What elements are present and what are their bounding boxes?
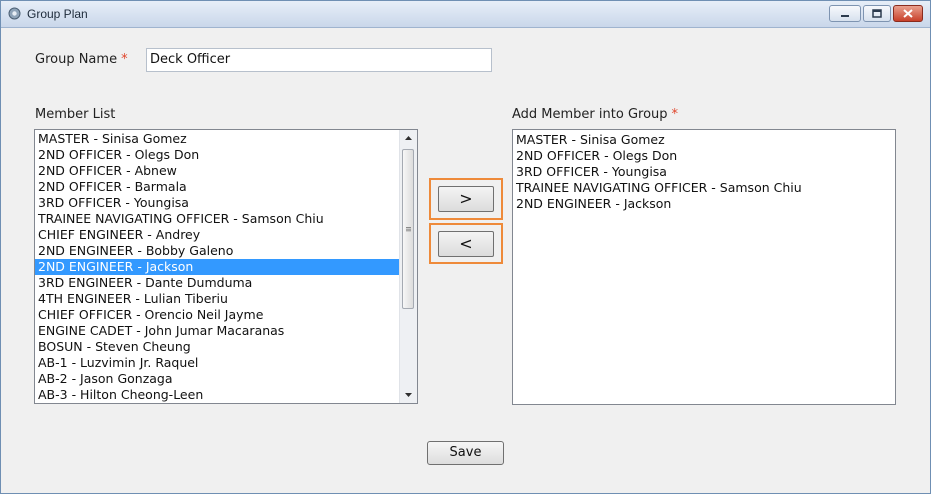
group-name-label: Group Name * — [35, 52, 128, 67]
maximize-icon — [872, 9, 882, 18]
app-icon — [8, 7, 21, 20]
group-members-listbox[interactable]: MASTER - Sinisa Gomez 2ND OFFICER - Olegs… — [512, 129, 896, 405]
member-list-item[interactable]: 3RD ENGINEER - Dante Dumduma — [35, 275, 400, 291]
scroll-grip-icon — [406, 227, 411, 232]
group-member-item[interactable]: 2ND OFFICER - Olegs Don — [513, 148, 893, 164]
member-list-item[interactable]: 2ND OFFICER - Olegs Don — [35, 147, 400, 163]
save-button[interactable]: Save — [427, 441, 504, 465]
close-icon — [903, 9, 913, 18]
scroll-up-arrow-icon[interactable] — [400, 130, 417, 147]
member-list-item[interactable]: 2ND OFFICER - Barmala — [35, 179, 400, 195]
member-listbox[interactable]: MASTER - Sinisa Gomez 2ND OFFICER - Olegs… — [34, 129, 418, 404]
close-button[interactable] — [893, 5, 923, 22]
member-list-item[interactable]: TRAINEE NAVIGATING OFFICER - Samson Chiu — [35, 211, 400, 227]
member-list-item[interactable]: AB-3 - Hilton Cheong-Leen — [35, 387, 400, 403]
group-member-item[interactable]: 3RD OFFICER - Youngisa — [513, 164, 893, 180]
member-list-item[interactable]: AB-2 - Jason Gonzaga — [35, 371, 400, 387]
group-member-item[interactable]: MASTER - Sinisa Gomez — [513, 132, 893, 148]
group-members-label: Add Member into Group * — [512, 107, 678, 122]
group-plan-window: Group Plan Group Name * Deck Officer Memb… — [0, 0, 931, 494]
scroll-down-arrow-icon[interactable] — [400, 386, 417, 403]
member-list-item[interactable]: AB-1 - Luzvimin Jr. Raquel — [35, 355, 400, 371]
member-list-item[interactable]: 2ND ENGINEER - Bobby Galeno — [35, 243, 400, 259]
group-member-item[interactable]: 2ND ENGINEER - Jackson — [513, 196, 893, 212]
member-list-label: Member List — [35, 107, 116, 122]
member-list-item[interactable]: ENGINE CADET - John Jumar Macaranas — [35, 323, 400, 339]
window-title: Group Plan — [27, 7, 88, 21]
member-list-item[interactable]: CHIEF OFFICER - Orencio Neil Jayme — [35, 307, 400, 323]
title-bar[interactable]: Group Plan — [1, 1, 930, 28]
member-list-item[interactable]: 4TH ENGINEER - Lulian Tiberiu — [35, 291, 400, 307]
minimize-icon — [841, 15, 849, 17]
member-list-item[interactable]: BOSUN - Steven Cheung — [35, 339, 400, 355]
member-list-item[interactable]: CHIEF ENGINEER - Andrey — [35, 227, 400, 243]
member-list-item[interactable]: 2ND OFFICER - Abnew — [35, 163, 400, 179]
member-list-item[interactable]: 2ND ENGINEER - Jackson — [35, 259, 400, 275]
minimize-button[interactable] — [829, 5, 861, 22]
member-list-items: MASTER - Sinisa Gomez 2ND OFFICER - Olegs… — [35, 131, 400, 403]
add-button-highlight: > — [429, 178, 503, 220]
group-members-label-text: Add Member into Group — [512, 107, 668, 122]
group-member-item[interactable]: TRAINEE NAVIGATING OFFICER - Samson Chiu — [513, 180, 893, 196]
add-member-button[interactable]: > — [438, 186, 494, 212]
group-name-label-text: Group Name — [35, 52, 118, 67]
remove-button-highlight: < — [429, 223, 503, 264]
group-name-input[interactable]: Deck Officer — [146, 48, 492, 72]
remove-member-button[interactable]: < — [438, 231, 494, 257]
required-asterisk: * — [121, 52, 128, 67]
maximize-button[interactable] — [863, 5, 891, 22]
member-list-item[interactable]: 3RD OFFICER - Youngisa — [35, 195, 400, 211]
group-members-items: MASTER - Sinisa Gomez 2ND OFFICER - Olegs… — [513, 132, 893, 212]
member-list-item[interactable]: MASTER - Sinisa Gomez — [35, 131, 400, 147]
member-list-scrollbar[interactable] — [399, 130, 417, 403]
required-asterisk: * — [671, 107, 679, 122]
scroll-thumb[interactable] — [402, 149, 414, 309]
